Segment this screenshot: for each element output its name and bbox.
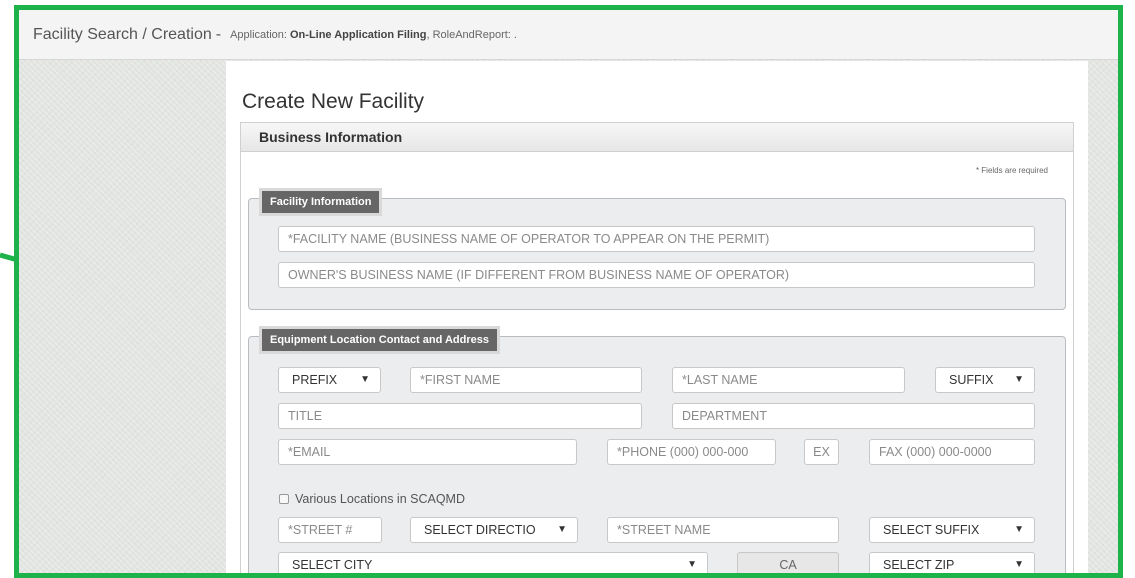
suffix-value: SUFFIX [949, 373, 994, 387]
street-suffix-value: SELECT SUFFIX [883, 523, 980, 537]
equipment-location-legend: Equipment Location Contact and Address [259, 326, 500, 354]
fax-input[interactable]: FAX (000) 000-0000 [869, 439, 1035, 465]
city-select[interactable]: SELECT CITY ▼ [278, 552, 708, 573]
various-locations-option[interactable]: Various Locations in SCAQMD [279, 492, 465, 506]
prefix-select[interactable]: PREFIX ▼ [278, 367, 381, 393]
suffix-select[interactable]: SUFFIX ▼ [935, 367, 1035, 393]
street-suffix-select[interactable]: SELECT SUFFIX ▼ [869, 517, 1035, 543]
breadcrumb-title: Facility Search / Creation [33, 25, 212, 43]
email-input[interactable]: *EMAIL [278, 439, 577, 465]
page-title: Create New Facility [242, 90, 425, 113]
facility-name-input[interactable]: *FACILITY NAME (BUSINESS NAME OF OPERATO… [278, 226, 1035, 252]
direction-select[interactable]: SELECT DIRECTIO ▼ [410, 517, 578, 543]
last-name-input[interactable]: *LAST NAME [672, 367, 905, 393]
department-input[interactable]: DEPARTMENT [672, 403, 1035, 429]
street-number-input[interactable]: *STREET # [278, 517, 382, 543]
city-value: SELECT CITY [292, 558, 373, 572]
app-window: Facility Search / Creation - Application… [14, 5, 1123, 578]
header-separator: - [215, 25, 222, 43]
caret-down-icon: ▼ [1014, 524, 1024, 535]
application-name: On-Line Application Filing [290, 28, 427, 41]
state-field: CA [737, 552, 839, 573]
equipment-location-fieldset: Equipment Location Contact and Address P… [248, 326, 1066, 573]
various-locations-checkbox[interactable] [279, 494, 289, 504]
business-information-section: Business Information * Fields are requir… [240, 122, 1074, 573]
facility-information-fieldset: Facility Information *FACILITY NAME (BUS… [248, 188, 1066, 310]
zip-select[interactable]: SELECT ZIP ▼ [869, 552, 1035, 573]
application-info: Application: On-Line Application Filing,… [230, 29, 517, 41]
form-card: Create New Facility Business Information… [226, 61, 1088, 573]
direction-value: SELECT DIRECTIO [424, 523, 536, 537]
street-name-input[interactable]: *STREET NAME [607, 517, 839, 543]
required-fields-note: * Fields are required [975, 166, 1048, 175]
caret-down-icon: ▼ [360, 374, 370, 385]
section-header: Business Information [241, 123, 1073, 152]
phone-input[interactable]: *PHONE (000) 000-000 [607, 439, 776, 465]
prefix-value: PREFIX [292, 373, 338, 387]
caret-down-icon: ▼ [1014, 559, 1024, 570]
various-locations-label: Various Locations in SCAQMD [295, 492, 465, 506]
caret-down-icon: ▼ [557, 524, 567, 535]
caret-down-icon: ▼ [687, 559, 697, 570]
phone-extension-input[interactable]: EX [804, 439, 839, 465]
zip-value: SELECT ZIP [883, 558, 955, 572]
first-name-input[interactable]: *FIRST NAME [410, 367, 642, 393]
owner-business-name-input[interactable]: OWNER'S BUSINESS NAME (IF DIFFERENT FROM… [278, 262, 1035, 288]
facility-information-legend: Facility Information [259, 188, 383, 216]
page-header: Facility Search / Creation - Application… [19, 10, 1118, 60]
role-report-text: , RoleAndReport: . [426, 28, 517, 41]
application-label: Application: [230, 28, 287, 41]
caret-down-icon: ▼ [1014, 374, 1024, 385]
title-input[interactable]: TITLE [278, 403, 642, 429]
